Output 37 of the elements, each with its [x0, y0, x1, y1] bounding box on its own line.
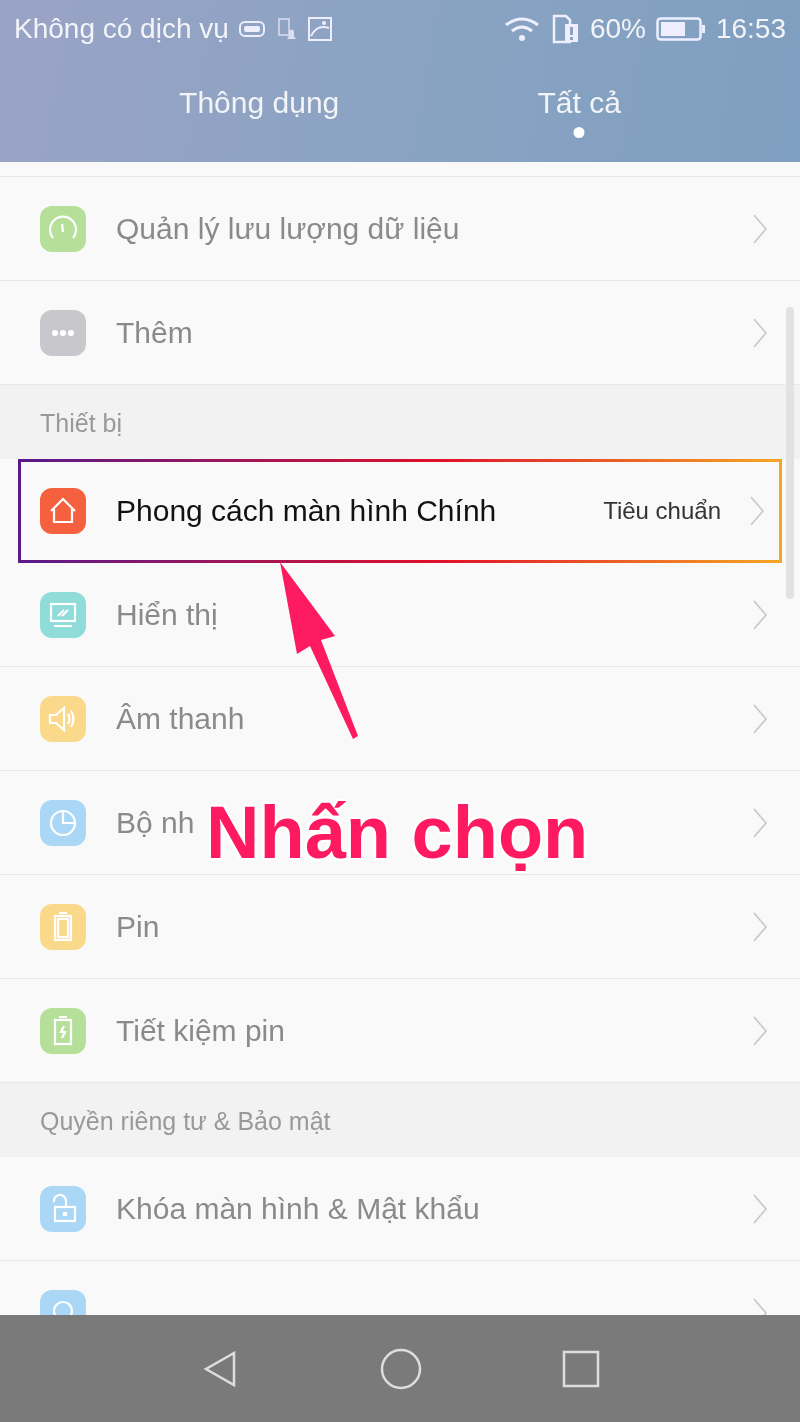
section-header: Quyền riêng tư & Bảo mật	[0, 1083, 800, 1157]
row-value: Tiêu chuẩn	[603, 497, 721, 525]
row-label: Âm thanh	[116, 701, 245, 736]
chevron-icon	[749, 495, 765, 527]
sim-icon	[238, 21, 265, 37]
settings-row[interactable]: Pin	[0, 875, 800, 979]
chevron-icon	[752, 316, 768, 349]
home-icon[interactable]	[379, 1346, 423, 1391]
chevron-icon	[752, 1192, 768, 1225]
row-label: Pin	[116, 909, 160, 944]
chevron-icon	[752, 598, 768, 631]
row-label: Quản lý lưu lượng dữ liệu	[116, 211, 460, 246]
row-label: Phong cách màn hình Chính	[116, 494, 497, 528]
sim-alert-icon	[551, 14, 580, 44]
chevron-icon	[752, 910, 768, 943]
row-label: Khóa màn hình & Mật khẩu	[116, 1191, 480, 1226]
battery-icon	[655, 17, 706, 41]
chevron-icon	[752, 1014, 768, 1047]
chevron-icon	[752, 806, 768, 839]
row-label: Bộ nh	[116, 805, 195, 840]
image-icon	[306, 16, 333, 42]
carrier-text: Không có dịch vụ	[14, 13, 229, 45]
row-label: Thêm	[116, 315, 193, 350]
settings-row[interactable]: Quản lý lưu lượng dữ liệu	[0, 177, 800, 281]
tab[interactable]: Thông dụng	[159, 58, 360, 144]
battery-percent: 60%	[589, 13, 646, 45]
settings-row[interactable]: Khóa màn hình & Mật khẩu	[0, 1157, 800, 1261]
recents-icon[interactable]	[562, 1349, 601, 1388]
clock-time: 16:53	[715, 13, 786, 45]
annotation-text: Nhấn chọn	[206, 790, 589, 875]
row-label: Tiết kiệm pin	[116, 1013, 285, 1048]
settings-row[interactable]: Phong cách màn hình Chính Tiêu chuẩn	[18, 459, 782, 563]
chevron-icon	[752, 702, 768, 735]
chevron-icon	[752, 212, 768, 245]
row-label: Hiển thị	[116, 597, 218, 632]
tab[interactable]: Tất cả	[517, 58, 641, 144]
section-header: Thiết bị	[0, 385, 800, 459]
